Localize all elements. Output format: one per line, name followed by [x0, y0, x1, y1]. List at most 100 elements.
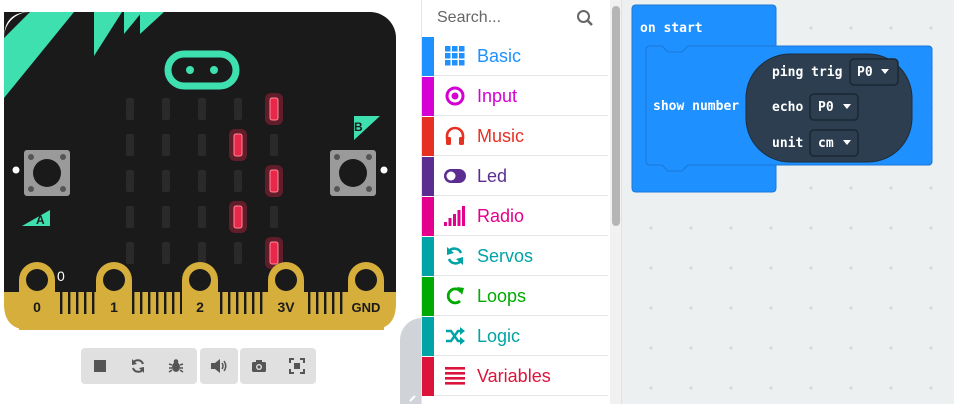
- echo-pin-dropdown[interactable]: P0: [809, 93, 859, 121]
- pin-label: 1: [110, 299, 118, 315]
- toolbox-category-input[interactable]: Input: [422, 76, 608, 116]
- pin-label: 3V: [277, 299, 295, 315]
- led-off: [126, 134, 134, 156]
- pin-1[interactable]: 1: [96, 262, 132, 330]
- simulator-capture-group: [240, 348, 316, 384]
- category-label: Led: [477, 165, 508, 186]
- toolbox-category-radio[interactable]: Radio: [422, 196, 608, 236]
- blocks-workspace[interactable]: on start show number ping trig P0 echo P…: [621, 0, 954, 404]
- category-label: Basic: [477, 45, 522, 66]
- button-a[interactable]: [24, 150, 70, 196]
- toolbox-scroll-thumb[interactable]: [612, 6, 620, 226]
- led-off: [162, 170, 170, 192]
- category-label: Logic: [477, 325, 521, 346]
- workspace-canvas[interactable]: on start show number ping trig P0 echo P…: [622, 0, 954, 404]
- toolbox-category-servos[interactable]: Servos: [422, 236, 608, 276]
- loop-icon: [443, 284, 467, 308]
- show-number-label: show number: [653, 99, 739, 114]
- trig-pin-dropdown[interactable]: P0: [849, 58, 899, 86]
- mute-button[interactable]: [200, 348, 238, 384]
- on-start-label: on start: [640, 21, 703, 36]
- category-label: Loops: [477, 285, 527, 306]
- led-off: [198, 98, 206, 120]
- radio-button-icon: [443, 84, 467, 108]
- category-color-stripe: [422, 156, 434, 196]
- simulator-panel: A B 0 0 1 2 3V GND: [0, 0, 400, 404]
- led-on: [269, 97, 279, 121]
- toolbox-category-loops[interactable]: Loops: [422, 276, 608, 316]
- list-icon: [443, 364, 467, 388]
- toggle-icon: [443, 164, 467, 188]
- toolbox-category-led[interactable]: Led: [422, 156, 608, 196]
- makecode-editor: A B 0 0 1 2 3V GND Search... Basic Input…: [0, 0, 954, 404]
- pin-3v[interactable]: 3V: [268, 262, 304, 330]
- led-on: [269, 241, 279, 265]
- sound-icon: [211, 359, 227, 373]
- simulator-controls: [81, 348, 197, 384]
- led-on: [233, 133, 243, 157]
- led-off: [234, 98, 242, 120]
- toolbox-category-variables[interactable]: Variables: [422, 356, 608, 396]
- debug-icon: [168, 359, 184, 373]
- toolbox-category-music[interactable]: Music: [422, 116, 608, 156]
- pin-label: 2: [196, 299, 204, 315]
- fullscreen-button[interactable]: [278, 348, 316, 384]
- svg-text:P0: P0: [818, 100, 834, 115]
- category-color-stripe: [422, 316, 434, 356]
- toolbox-category-basic[interactable]: Basic: [422, 36, 608, 76]
- pin-gnd[interactable]: GND: [348, 262, 384, 330]
- led-off: [162, 242, 170, 264]
- rotate-icon: [443, 244, 467, 268]
- led-on: [233, 205, 243, 229]
- toolbox-search: [422, 0, 608, 36]
- stop-icon: [94, 360, 106, 372]
- ping-label: ping trig: [772, 65, 842, 80]
- toolbox: Basic Input Music Led Radio Servos Loops Logic V…: [421, 0, 622, 404]
- pin-readout: 0: [57, 268, 65, 284]
- category-label: Input: [477, 85, 518, 106]
- category-label: Servos: [477, 245, 534, 266]
- led-off: [234, 242, 242, 264]
- search-input[interactable]: [437, 9, 577, 27]
- simulator-sound-group: [200, 348, 238, 384]
- chevron-left-icon: [409, 395, 416, 402]
- button-b[interactable]: [330, 150, 376, 196]
- led-on: [269, 169, 279, 193]
- led-off: [162, 134, 170, 156]
- category-label: Radio: [477, 205, 525, 226]
- led-off: [270, 134, 278, 156]
- headphones-icon: [443, 124, 467, 148]
- category-label: Variables: [477, 365, 551, 386]
- led-off: [198, 242, 206, 264]
- category-color-stripe: [422, 196, 434, 236]
- shuffle-icon: [443, 324, 467, 348]
- led-off: [234, 170, 242, 192]
- category-color-stripe: [422, 116, 434, 156]
- restart-icon: [132, 359, 144, 373]
- led-off: [162, 206, 170, 228]
- led-off: [198, 206, 206, 228]
- simulator-collapse-handle[interactable]: [400, 318, 422, 404]
- pin-2[interactable]: 2: [182, 262, 218, 330]
- led-off: [126, 206, 134, 228]
- led-off: [126, 98, 134, 120]
- screenshot-button[interactable]: [240, 348, 278, 384]
- grid-icon: [443, 44, 467, 68]
- fullscreen-icon: [289, 358, 305, 374]
- ping-reporter-block[interactable]: ping trig P0 echo P0 unit cm: [745, 53, 913, 163]
- category-color-stripe: [422, 236, 434, 276]
- category-color-stripe: [422, 356, 434, 396]
- toolbox-category-logic[interactable]: Logic: [422, 316, 608, 356]
- restart-button[interactable]: [119, 348, 157, 384]
- svg-text:P0: P0: [857, 65, 873, 80]
- debug-button[interactable]: [157, 348, 195, 384]
- stop-button[interactable]: [81, 348, 119, 384]
- screenshot-icon: [252, 360, 266, 372]
- pin-0[interactable]: 0: [19, 262, 55, 330]
- category-color-stripe: [422, 276, 434, 316]
- pin-label: GND: [352, 300, 381, 315]
- svg-text:cm: cm: [818, 136, 834, 151]
- unit-dropdown[interactable]: cm: [809, 129, 859, 157]
- search-icon[interactable]: [576, 9, 594, 27]
- led-off: [270, 206, 278, 228]
